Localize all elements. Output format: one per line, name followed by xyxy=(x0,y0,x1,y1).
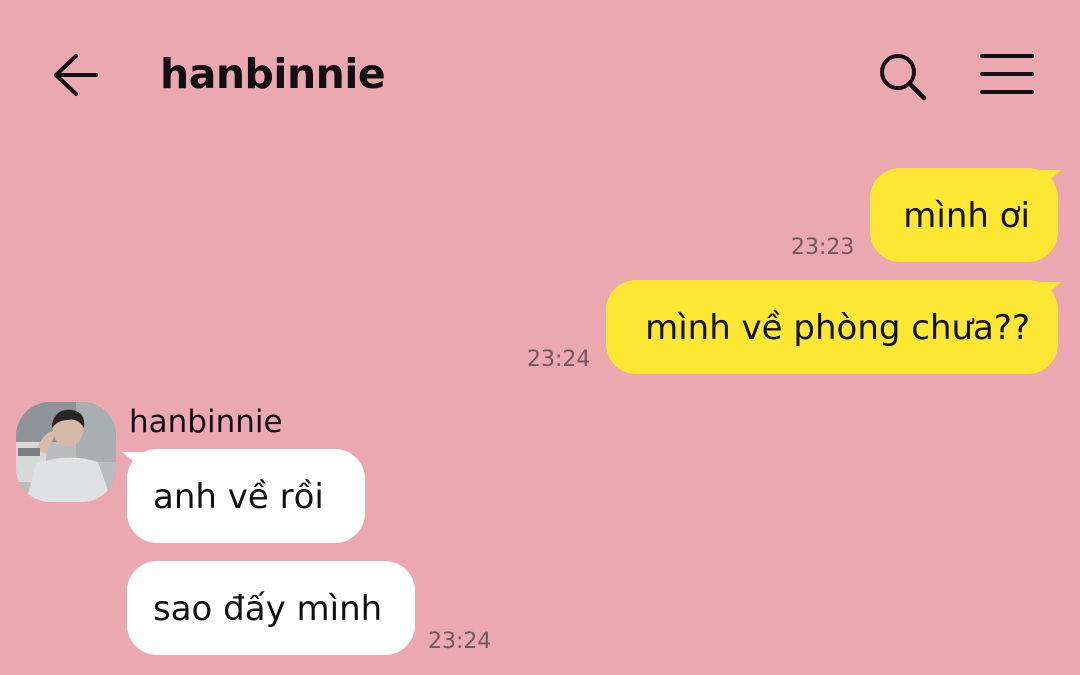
bubble-tail xyxy=(1040,282,1062,300)
search-icon[interactable] xyxy=(874,50,930,102)
sent-message-bubble[interactable]: mình ơi xyxy=(870,168,1058,262)
message-text: anh về rồi xyxy=(153,477,324,517)
message-text: mình ơi xyxy=(903,196,1030,236)
received-message-bubble[interactable]: sao đấy mình xyxy=(127,561,415,655)
bubble-tail xyxy=(1040,170,1062,188)
chat-title: hanbinnie xyxy=(160,50,386,98)
received-message-bubble[interactable]: anh về rồi xyxy=(127,449,365,543)
sent-message-bubble[interactable]: mình về phòng chưa?? xyxy=(606,280,1058,374)
message-timestamp: 23:24 xyxy=(428,629,492,654)
avatar[interactable] xyxy=(16,402,116,502)
profile-photo-icon xyxy=(16,402,116,502)
message-timestamp: 23:24 xyxy=(527,347,591,372)
message-text: sao đấy mình xyxy=(153,589,383,629)
hamburger-menu-icon[interactable] xyxy=(978,50,1036,98)
back-arrow-icon[interactable] xyxy=(50,50,102,100)
sender-name: hanbinnie xyxy=(129,404,283,440)
chat-header: hanbinnie xyxy=(0,0,1080,150)
message-timestamp: 23:23 xyxy=(791,235,855,260)
message-text: mình về phòng chưa?? xyxy=(645,308,1030,348)
